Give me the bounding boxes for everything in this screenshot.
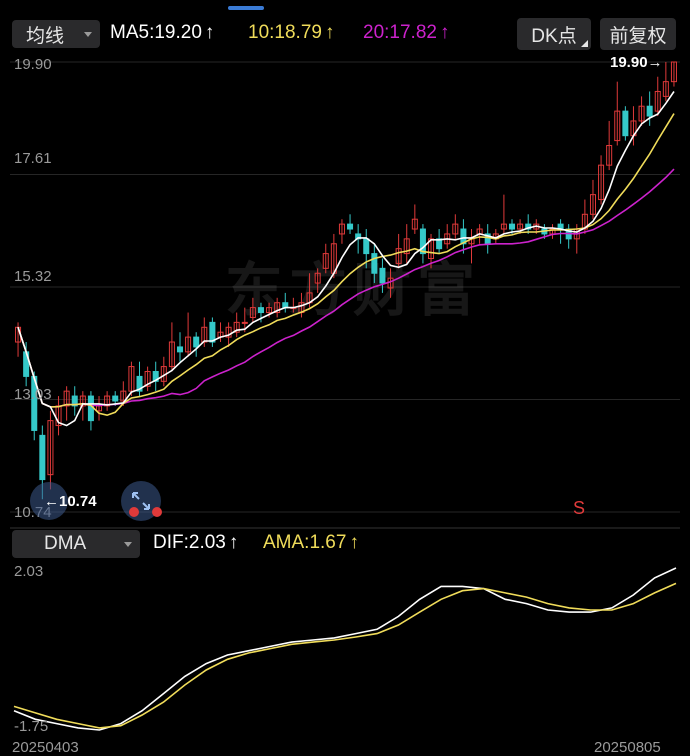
candle-body (379, 267, 386, 284)
ama-line (13, 582, 677, 729)
candle-body (646, 105, 653, 117)
ama-value: AMA:1.67 (263, 532, 347, 553)
candle-body (257, 307, 264, 314)
candle-body (371, 253, 378, 274)
indicator-selector-label: DMA (44, 533, 87, 554)
date-start: 20250403 (12, 739, 79, 756)
ama-readout: AMA:1.67 ↑ (263, 532, 359, 554)
dif-arrow-icon: ↑ (228, 532, 239, 553)
candle-body (87, 395, 94, 422)
candle-body (347, 223, 354, 230)
candle-body (622, 110, 629, 137)
ama-arrow-icon: ↑ (349, 532, 359, 553)
chevron-down-icon (124, 542, 132, 547)
dif-value: DIF:2.03 (153, 532, 226, 553)
price-label-2: 17.61 (14, 150, 52, 167)
svg-text:东方财富: 东方财富 (225, 256, 481, 324)
low-marker-value: 10.74 (59, 493, 97, 510)
dma-bottom-label: -1.75 (14, 718, 49, 735)
date-end: 20250805 (594, 739, 661, 756)
dma-lines (13, 567, 677, 731)
price-label-4: 13.03 (14, 386, 52, 403)
indicator-toolbar: DMA DIF:2.03 ↑ AMA:1.67 ↑ (0, 528, 690, 560)
dma-top-label: 2.03 (14, 563, 44, 580)
candle-body (193, 336, 200, 348)
candle-body (508, 223, 516, 230)
dif-line (13, 567, 677, 731)
candle-body (176, 346, 184, 353)
signal-mark: S (573, 498, 586, 518)
low-marker-label: ←10.74 (44, 493, 97, 510)
candle-body (241, 321, 248, 324)
last-price-tag: 19.90→ (610, 54, 663, 71)
price-label-top: 19.90 (14, 56, 52, 73)
dif-readout: DIF:2.03 ↑ (153, 532, 238, 554)
candle-body (209, 321, 216, 343)
indicator-selector[interactable]: DMA (12, 530, 140, 558)
red-dot-2 (152, 507, 162, 517)
red-dot-1 (129, 507, 139, 517)
candle-body (363, 238, 370, 255)
kline-chart[interactable]: 东方财富 (0, 0, 690, 755)
watermark-logo: 东方财富 (225, 256, 481, 324)
price-label-3: 15.32 (14, 268, 52, 285)
candle-body (112, 395, 119, 402)
candle-body (39, 434, 46, 481)
left-arrow-icon: ← (44, 493, 59, 510)
